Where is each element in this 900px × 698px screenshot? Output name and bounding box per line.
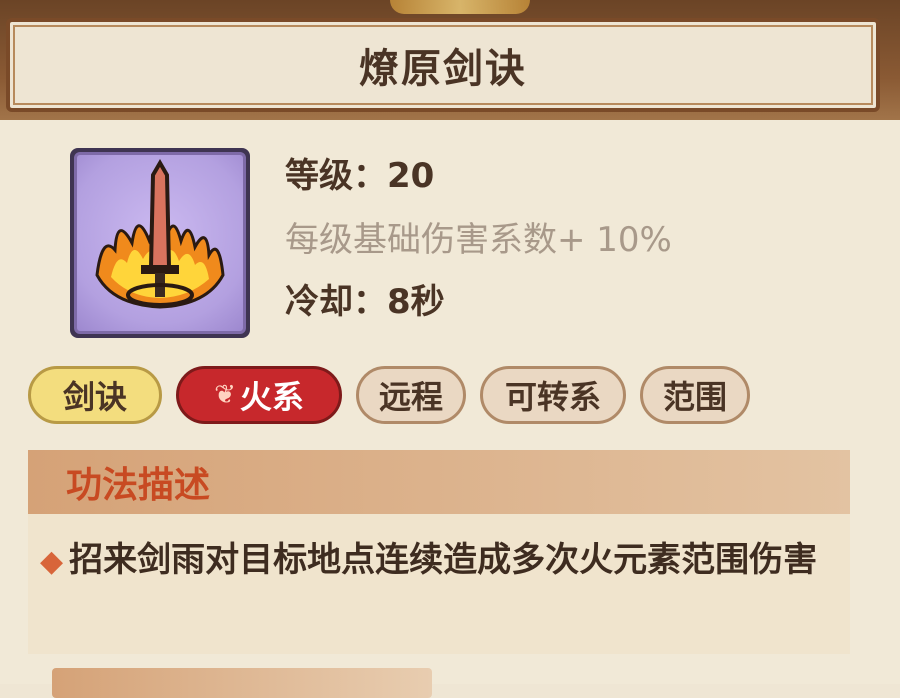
skill-cooldown: 冷却：8秒: [285, 282, 445, 322]
tag-switchable-label: 可转系: [504, 378, 601, 416]
tag-sword-label: 剑诀: [62, 378, 127, 416]
damage-coefficient: 每级基础伤害系数+ 10%: [285, 220, 672, 260]
description-header-label: 功法描述: [66, 465, 211, 506]
skill-icon-frame[interactable]: [70, 148, 250, 338]
title-plate: 燎原剑诀: [6, 18, 880, 112]
next-section-header: [52, 668, 432, 698]
tag-switchable[interactable]: 可转系: [480, 366, 626, 424]
tag-ranged[interactable]: 远程: [356, 366, 466, 424]
tag-area[interactable]: 范围: [640, 366, 750, 424]
skill-title: 燎原剑诀: [359, 46, 527, 92]
description-header: 功法描述: [28, 450, 850, 514]
tag-area-label: 范围: [662, 378, 727, 416]
description-text: 招来剑雨对目标地点连续造成多次火元素范围伤害: [69, 540, 818, 580]
tag-sword-technique[interactable]: 剑诀: [28, 366, 162, 424]
description-body: ◆ 招来剑雨对目标地点连续造成多次火元素范围伤害: [28, 514, 850, 654]
gold-ornament: [390, 0, 530, 14]
flaming-sword-icon: [74, 152, 246, 334]
diamond-bullet-icon: ◆: [40, 544, 64, 579]
tag-ranged-label: 远程: [378, 378, 443, 416]
tag-fire-label: 火系: [239, 378, 304, 416]
tag-fire-element[interactable]: ❦ 火系: [176, 366, 342, 424]
flame-icon: ❦: [214, 380, 236, 410]
skill-level: 等级：20: [285, 156, 435, 196]
